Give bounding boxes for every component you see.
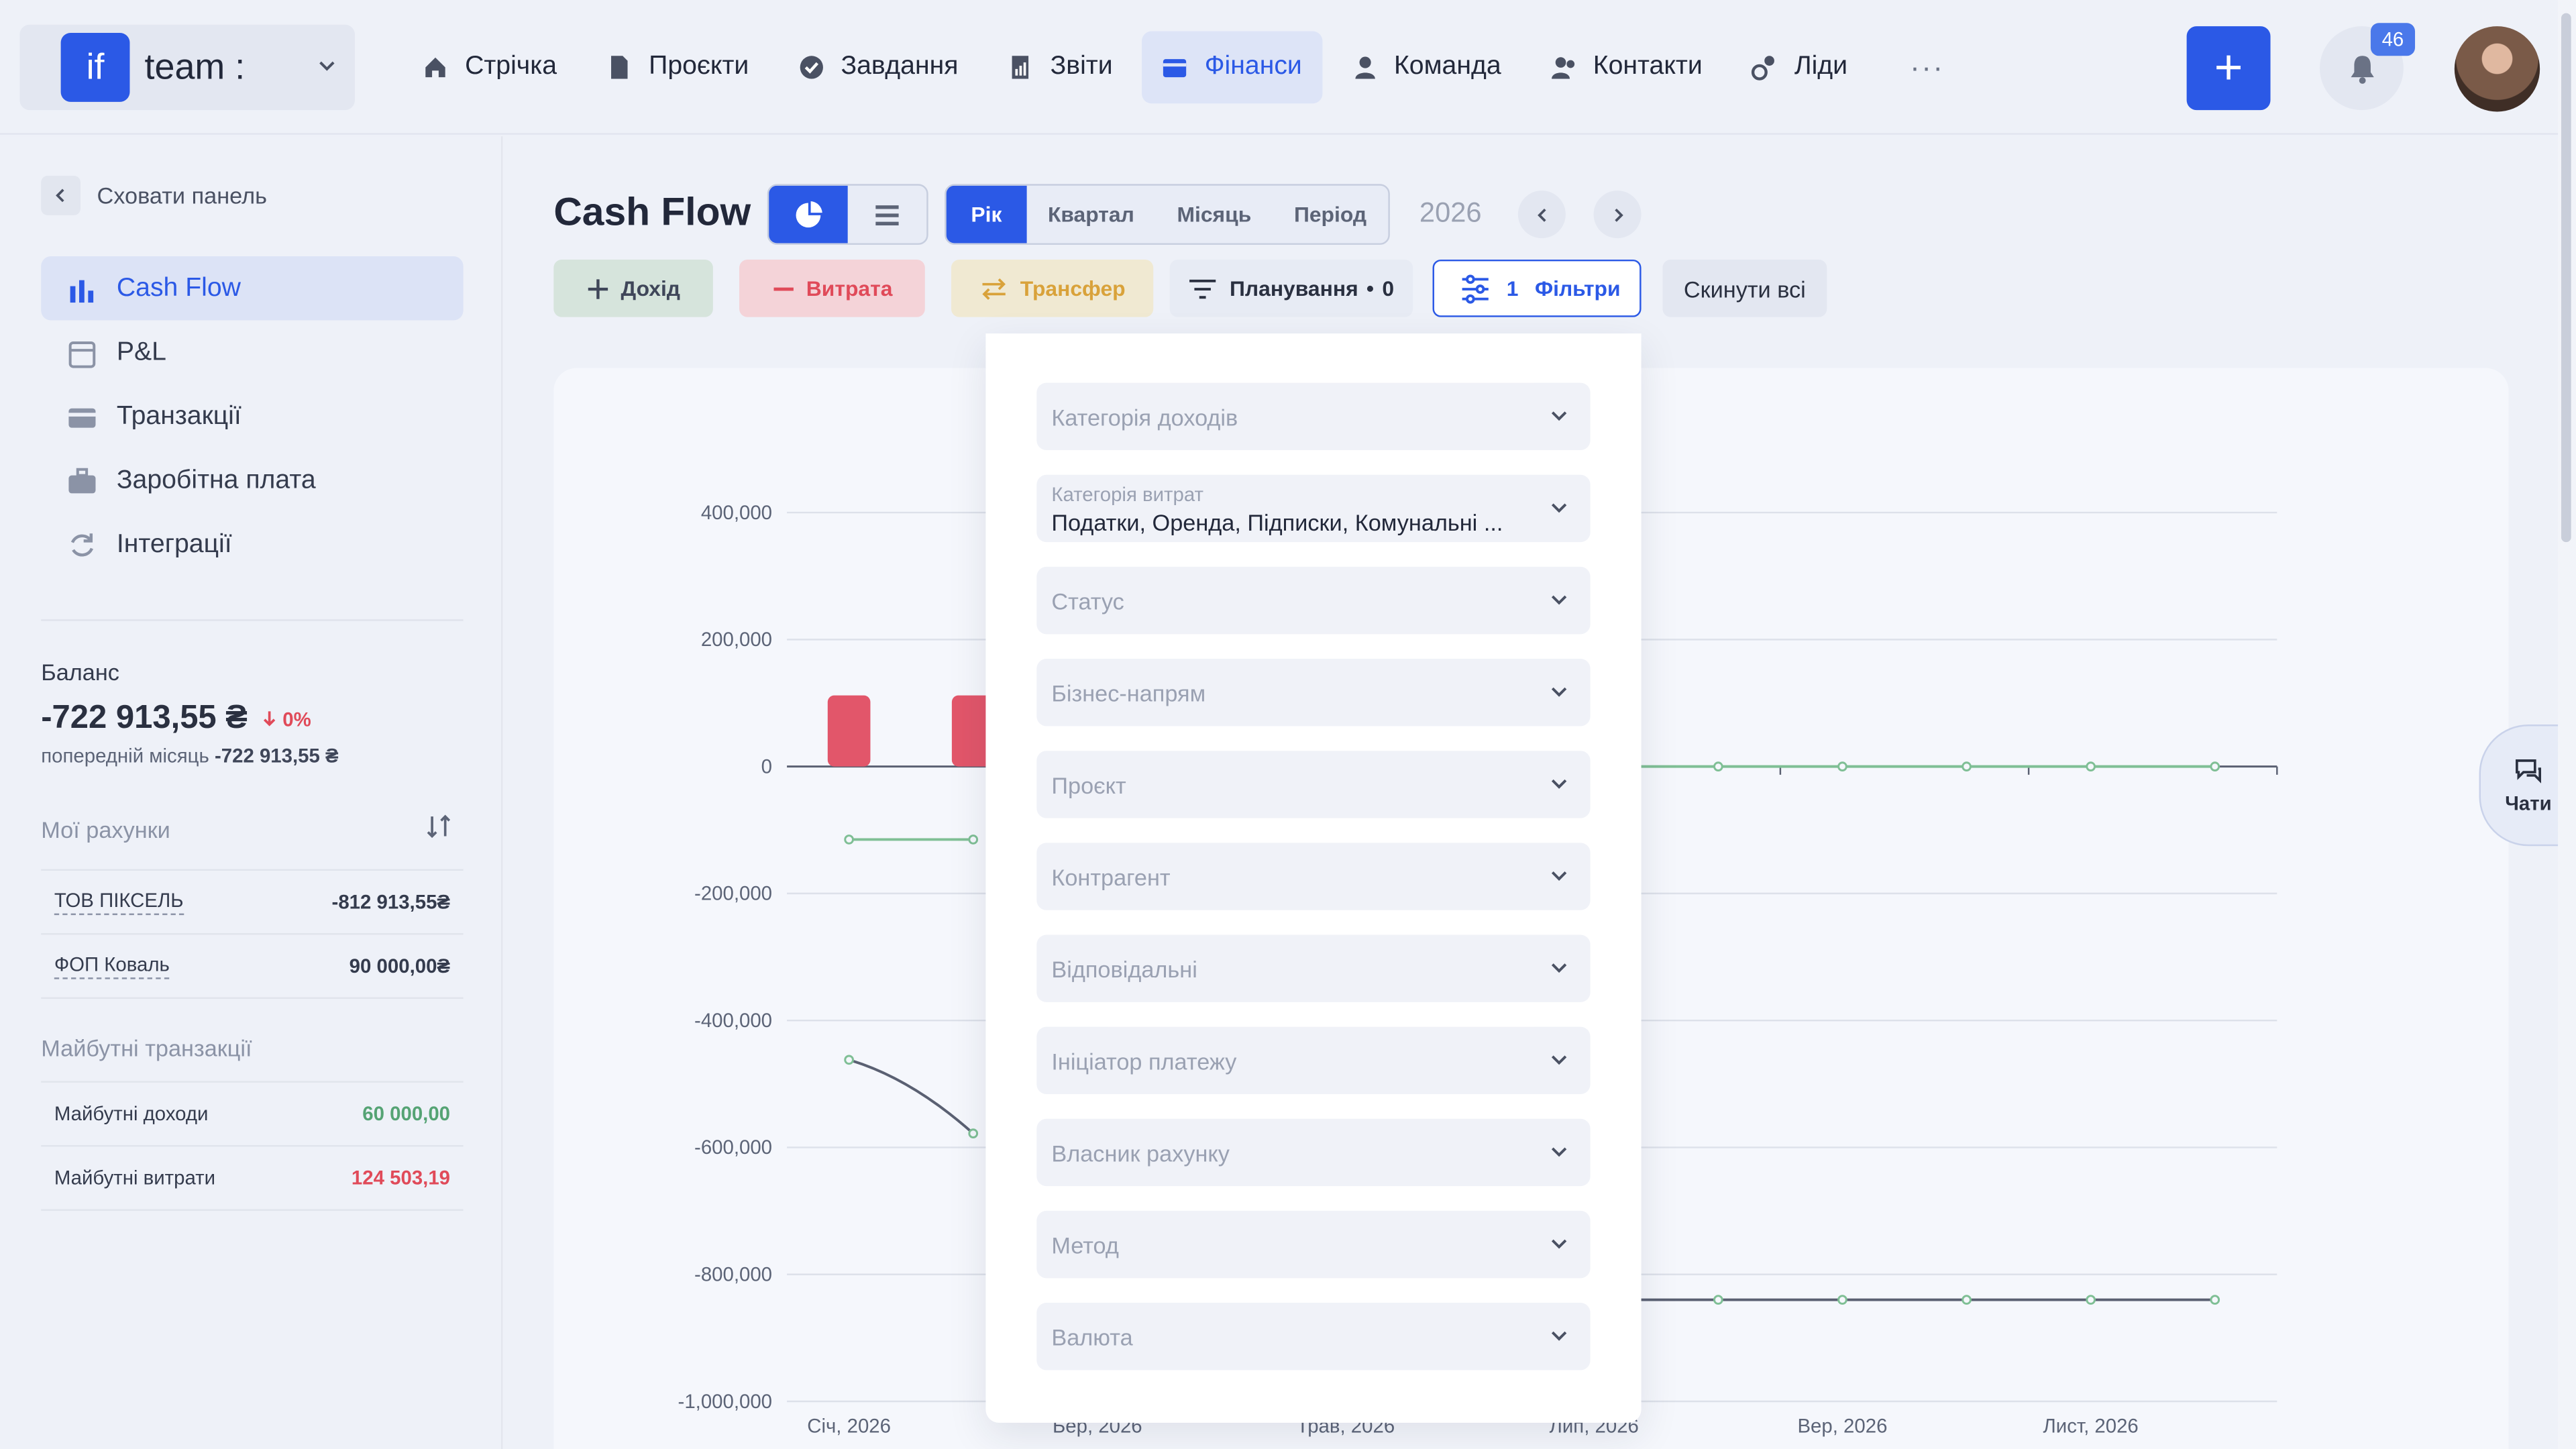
chevron-down-icon (1551, 779, 1567, 789)
y-tick-label: -400,000 (694, 1010, 772, 1032)
y-tick-label: 0 (761, 755, 772, 777)
currency-select[interactable]: Валюта (1036, 1303, 1591, 1371)
expense-bar (827, 695, 871, 767)
counterparty-select[interactable]: Контрагент (1036, 843, 1591, 910)
select-value: Податки, Оренда, Підписки, Комунальні ..… (1051, 508, 1503, 535)
chevron-down-icon (1551, 687, 1567, 697)
series-point (1962, 761, 1972, 771)
chevron-down-icon (1551, 1331, 1567, 1341)
chevron-down-icon (1551, 871, 1567, 881)
select-label: Метод (1051, 1231, 1119, 1258)
expense-category-select[interactable]: Категорія витрат Податки, Оренда, Підпис… (1036, 474, 1591, 543)
y-tick-label: -800,000 (694, 1264, 772, 1286)
y-tick-label: -1,000,000 (678, 1391, 772, 1413)
status-select[interactable]: Статус (1036, 566, 1591, 635)
income-category-select[interactable]: Категорія доходів (1036, 382, 1591, 451)
select-label: Власник рахунку (1051, 1139, 1230, 1166)
series-point (1962, 1295, 1972, 1305)
scrollbar-thumb[interactable] (2561, 13, 2571, 543)
select-label: Статус (1051, 587, 1124, 614)
select-label: Валюта (1051, 1323, 1133, 1350)
chats-label: Чати (2505, 792, 2552, 815)
chevron-down-icon (1551, 1055, 1567, 1065)
method-select[interactable]: Метод (1036, 1210, 1591, 1279)
y-tick-label: 400,000 (701, 502, 772, 524)
responsible-select[interactable]: Відповідальні (1036, 934, 1591, 1002)
series-point (968, 835, 979, 845)
x-tick-label: Вер, 2026 (1797, 1415, 1887, 1438)
select-label: Відповідальні (1051, 955, 1197, 982)
y-tick-label: -600,000 (694, 1136, 772, 1159)
business-direction-select[interactable]: Бізнес-напрям (1036, 659, 1591, 727)
chevron-down-icon (1551, 1147, 1567, 1157)
y-tick-label: 200,000 (701, 629, 772, 651)
account-owner-select[interactable]: Власник рахунку (1036, 1118, 1591, 1187)
chevron-down-icon (1551, 963, 1567, 973)
filters-dropdown: Категорія доходів Категорія витрат Подат… (985, 333, 1642, 1423)
series-point (844, 835, 854, 845)
series-point (2086, 761, 2096, 771)
payment-initiator-select[interactable]: Ініціатор платежу (1036, 1026, 1591, 1095)
series-point (1837, 1295, 1847, 1305)
series-point (1713, 1295, 1723, 1305)
select-label: Контрагент (1051, 863, 1171, 890)
select-label: Категорія витрат (1051, 482, 1204, 506)
series-point (1713, 761, 1723, 771)
x-tick-label: Лист, 2026 (2043, 1415, 2139, 1438)
select-label: Категорія доходів (1051, 403, 1238, 430)
chevron-down-icon (1551, 595, 1567, 605)
chevron-down-icon (1551, 411, 1567, 421)
select-label: Бізнес-напрям (1051, 679, 1206, 706)
series-point (1837, 761, 1847, 771)
chevron-down-icon (1551, 503, 1567, 513)
app-root: if team : Стрічка Проєкти Завдання Звіти (0, 0, 2576, 1449)
series-point (844, 1055, 854, 1065)
chevron-down-icon (1551, 1239, 1567, 1249)
y-tick-label: -200,000 (694, 883, 772, 905)
chat-icon (2516, 759, 2541, 784)
project-select[interactable]: Проєкт (1036, 751, 1591, 818)
series-point (2210, 761, 2220, 771)
select-label: Ініціатор платежу (1051, 1047, 1237, 1074)
series-point (968, 1128, 979, 1138)
series-line (849, 1058, 975, 1135)
page-scrollbar[interactable] (2558, 0, 2576, 1449)
x-tick-label: Січ, 2026 (807, 1415, 891, 1438)
series-point (2210, 1295, 2220, 1305)
series-point (2086, 1295, 2096, 1305)
select-label: Проєкт (1051, 771, 1126, 798)
